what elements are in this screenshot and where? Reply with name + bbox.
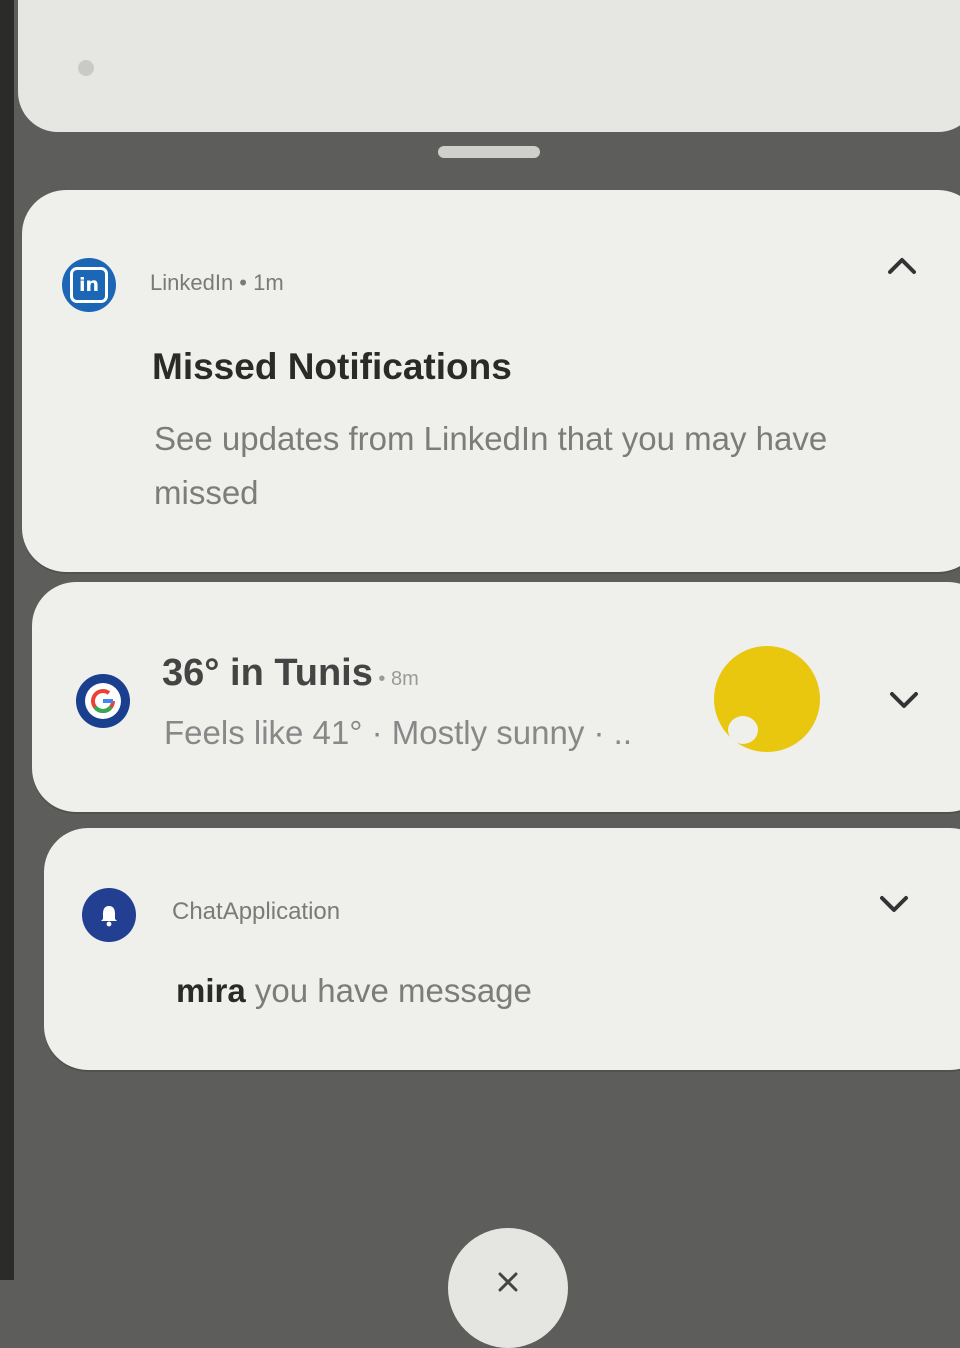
notification-chat[interactable]: ChatApplication mira you have message [44,828,960,1070]
notification-weather[interactable]: 36° in Tunis • 8m Feels like 41° · Mostl… [32,582,960,812]
screen-edge [0,0,14,1280]
notification-header: LinkedIn • 1m [150,270,284,295]
clear-all-button[interactable] [448,1228,568,1348]
bell-icon [82,888,136,942]
collapse-icon[interactable] [882,246,922,286]
weather-time: • 8m [372,668,419,690]
notification-linkedin[interactable]: in LinkedIn • 1m Missed Notifications Se… [22,190,960,572]
notification-title: Missed Notifications [152,346,512,387]
notification-body: See updates from LinkedIn that you may h… [154,420,828,511]
chat-message: you have message [245,972,532,1009]
linkedin-icon: in [62,258,116,312]
google-icon [76,674,130,728]
drag-handle[interactable] [438,146,540,158]
chat-sender: mira [176,972,246,1009]
close-icon [498,1272,518,1292]
chat-app-name: ChatApplication [172,898,341,925]
search-bar[interactable] [18,0,960,132]
mic-icon[interactable] [78,60,94,76]
expand-icon[interactable] [874,884,914,924]
expand-icon[interactable] [884,680,924,720]
weather-title: 36° in Tunis [162,652,373,694]
weather-subtitle: Feels like 41° · Mostly sunny · .. [164,714,633,751]
